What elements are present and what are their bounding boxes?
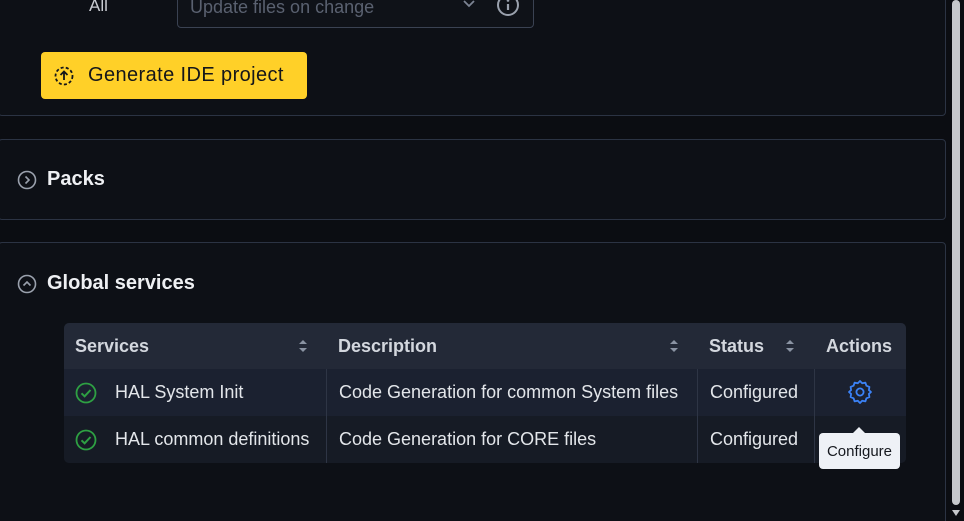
page: All Update files on change Generate IDE … bbox=[0, 0, 964, 521]
service-name: HAL common definitions bbox=[115, 429, 310, 449]
table-row[interactable]: HAL System Init Code Generation for comm… bbox=[64, 369, 906, 416]
status-check bbox=[75, 369, 97, 416]
info-icon[interactable] bbox=[496, 0, 520, 17]
configure-tooltip: Configure bbox=[819, 427, 900, 469]
header-description[interactable]: Description bbox=[338, 323, 437, 369]
check-circle-icon bbox=[75, 429, 97, 450]
status-check bbox=[75, 416, 97, 463]
header-status[interactable]: Status bbox=[709, 323, 764, 369]
scroll-down-arrow-icon[interactable] bbox=[952, 510, 960, 516]
services-table: Services Description Status Actions HAL … bbox=[64, 323, 906, 463]
chevron-down-icon bbox=[463, 0, 475, 8]
column-divider bbox=[326, 369, 327, 463]
column-divider bbox=[697, 369, 698, 463]
chevron-up-circle-icon bbox=[17, 274, 37, 293]
table-header: Services Description Status Actions bbox=[64, 323, 906, 369]
sort-icon[interactable] bbox=[668, 338, 680, 354]
sort-icon[interactable] bbox=[784, 338, 796, 354]
all-label: All bbox=[89, 0, 108, 15]
service-name: HAL System Init bbox=[115, 382, 244, 402]
scrollbar-thumb[interactable] bbox=[952, 0, 960, 505]
packs-header[interactable]: Packs bbox=[17, 168, 105, 191]
table-row[interactable]: HAL common definitions Code Generation f… bbox=[64, 416, 906, 463]
scrollbar[interactable] bbox=[949, 0, 964, 521]
generate-ide-project-label: Generate IDE project bbox=[88, 64, 284, 86]
packs-title: Packs bbox=[47, 168, 105, 190]
chevron-right-circle-icon bbox=[17, 170, 37, 189]
service-description: Code Generation for CORE files bbox=[339, 429, 597, 449]
packs-panel bbox=[0, 139, 946, 220]
update-files-select[interactable]: Update files on change bbox=[177, 0, 534, 28]
service-status: Configured bbox=[710, 382, 799, 402]
column-divider bbox=[814, 369, 815, 463]
generate-ide-project-button[interactable]: Generate IDE project bbox=[41, 52, 307, 99]
service-description: Code Generation for common System files bbox=[339, 382, 679, 402]
sort-icon[interactable] bbox=[297, 338, 309, 354]
service-status: Configured bbox=[710, 429, 799, 449]
generate-icon bbox=[54, 66, 74, 85]
global-services-title: Global services bbox=[47, 272, 195, 294]
check-circle-icon bbox=[75, 382, 97, 403]
global-services-header[interactable]: Global services bbox=[17, 272, 195, 295]
update-files-placeholder: Update files on change bbox=[190, 0, 375, 17]
header-services[interactable]: Services bbox=[75, 323, 149, 369]
gear-icon[interactable] bbox=[846, 378, 874, 406]
header-actions: Actions bbox=[826, 335, 893, 356]
